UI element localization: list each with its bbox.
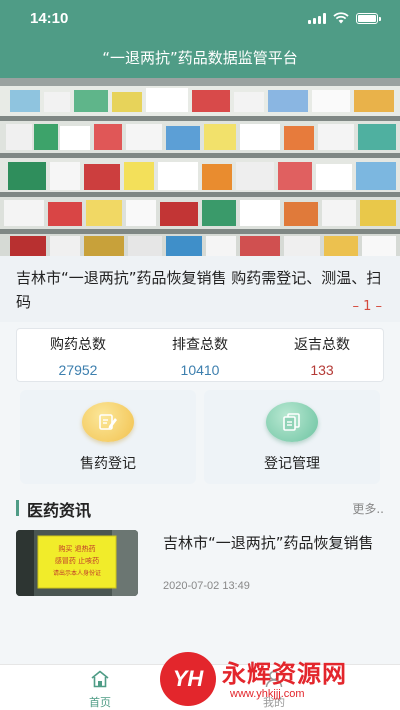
home-icon — [91, 670, 109, 688]
stat-value: 10410 — [180, 362, 220, 378]
action-label: 登记管理 — [264, 456, 320, 472]
tab-home[interactable]: 首页 — [70, 670, 130, 710]
nav-bar: “一退两抗”药品数据监管平台 — [0, 38, 400, 78]
stat-check-total: 排查总数 10410 — [139, 329, 261, 381]
watermark-logo: YH — [160, 652, 216, 706]
action-label: 售药登记 — [80, 456, 136, 472]
tab-label: 首页 — [89, 696, 111, 709]
stat-value: 133 — [310, 362, 334, 378]
register-management-button[interactable]: 登记管理 — [204, 390, 380, 484]
page-title: “一退两抗”药品数据监管平台 — [102, 49, 298, 67]
edit-icon — [82, 402, 134, 442]
article-title[interactable]: 吉林市“一退两抗”药品恢复销售 — [163, 532, 383, 555]
banner-image[interactable] — [0, 78, 400, 256]
stats-card: 购药总数 27952 排查总数 10410 返吉总数 133 — [16, 328, 384, 382]
news-page-indicator: – 1 – — [352, 299, 382, 314]
status-bar: 14:10 — [0, 0, 400, 38]
pharmacy-shelves-image — [0, 78, 400, 256]
sales-register-button[interactable]: 售药登记 — [20, 390, 196, 484]
stat-value: 27952 — [58, 362, 98, 378]
battery-icon — [356, 12, 381, 24]
documents-icon — [266, 402, 318, 442]
stat-purchase-total: 购药总数 27952 — [17, 329, 139, 381]
status-icons — [308, 12, 381, 24]
thumb-line-1: 购买 退热药 — [58, 544, 95, 553]
article-thumbnail: 购买 退热药 感冒药 止咳药 请出示本人身份证 — [16, 530, 138, 596]
watermark-name: 永辉资源网 — [222, 660, 347, 688]
section-title: 医药资讯 — [27, 501, 92, 520]
stat-label: 返吉总数 — [294, 337, 350, 353]
section-header: 医药资讯 更多.. — [16, 497, 384, 520]
wifi-icon — [333, 12, 349, 24]
signal-icon — [308, 12, 326, 24]
stat-return-total: 返吉总数 133 — [261, 329, 383, 381]
stat-label: 排查总数 — [172, 337, 228, 353]
stat-label: 购药总数 — [50, 337, 106, 353]
news-headline[interactable]: 吉林市“一退两抗”药品恢复销售 购药需登记、测温、扫码 — [16, 266, 384, 314]
watermark: YH 永辉资源网 www.yhkjjj.com — [160, 652, 390, 708]
section-accent-bar — [16, 500, 19, 516]
watermark-url: www.yhkjjj.com — [230, 688, 305, 700]
more-link[interactable]: 更多.. — [352, 500, 384, 517]
news-ticker[interactable]: 吉林市“一退两抗”药品恢复销售 购药需登记、测温、扫码 – 1 – — [0, 256, 400, 322]
thumb-line-2: 感冒药 止咳药 — [55, 556, 99, 565]
list-item[interactable]: 购买 退热药 感冒药 止咳药 请出示本人身份证 吉林市“一退两抗”药品恢复销售 … — [16, 530, 384, 596]
thumb-line-3: 请出示本人身份证 — [53, 569, 101, 577]
status-time: 14:10 — [30, 10, 69, 27]
article-date: 2020-07-02 13:49 — [163, 580, 250, 592]
